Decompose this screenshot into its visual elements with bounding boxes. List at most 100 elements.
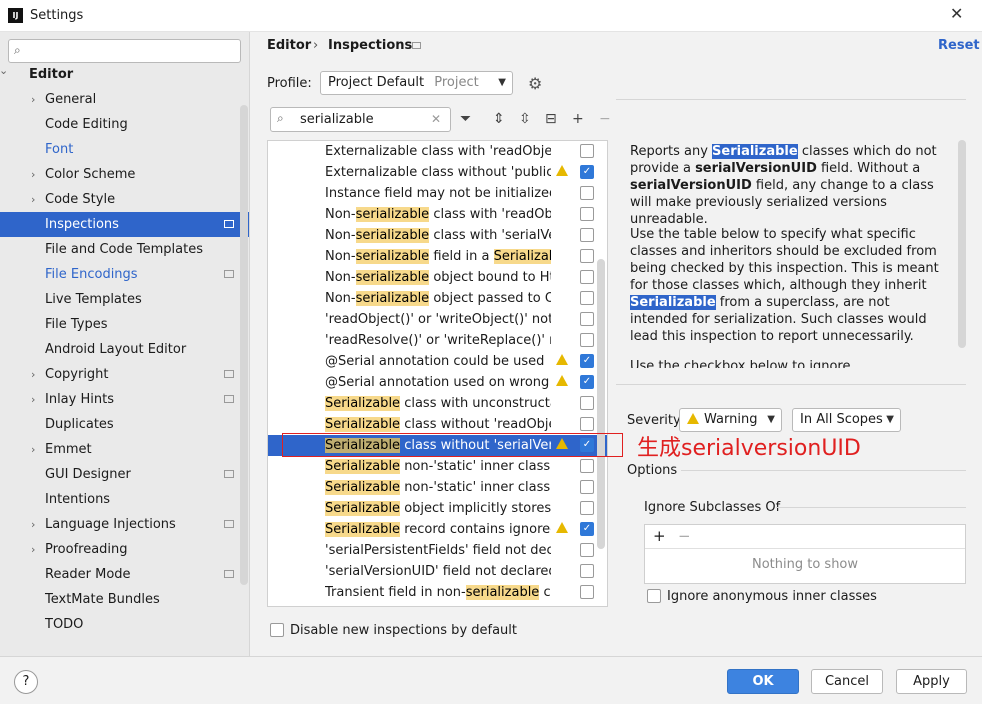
reset-to-default-icon[interactable]: ⊟	[545, 111, 557, 127]
sidebar-item-proofreading[interactable]: › Proofreading	[0, 537, 249, 562]
chevron-down-icon[interactable]: ⌄	[0, 58, 8, 83]
inspection-row[interactable]: @Serial annotation used on wrong memb ✓	[268, 372, 607, 393]
inspection-list-scrollbar[interactable]	[597, 259, 605, 549]
inspection-checkbox[interactable]	[580, 207, 594, 221]
sidebar-item-general[interactable]: › General	[0, 87, 249, 112]
close-icon[interactable]: ✕	[950, 4, 963, 23]
ok-button[interactable]: OK	[727, 669, 799, 694]
sidebar-item-inspections[interactable]: Inspections	[0, 212, 249, 237]
profile-select[interactable]: Project Default Project ▼	[320, 71, 513, 95]
severity-select[interactable]: Warning ▼	[679, 408, 782, 432]
help-button[interactable]: ?	[14, 670, 38, 694]
inspection-checkbox[interactable]: ✓	[580, 354, 594, 368]
sidebar-item-reader-mode[interactable]: Reader Mode	[0, 562, 249, 587]
inspection-checkbox[interactable]	[580, 564, 594, 578]
inspection-row[interactable]: 'serialPersistentFields' field not decla…	[268, 540, 607, 561]
sidebar-item-language-injections[interactable]: › Language Injections	[0, 512, 249, 537]
cancel-button[interactable]: Cancel	[811, 669, 883, 694]
collapse-all-icon[interactable]: ⇳	[519, 111, 531, 127]
inspection-row[interactable]: 'readResolve()' or 'writeReplace()' not …	[268, 330, 607, 351]
filter-icon[interactable]: ⏷	[460, 111, 471, 127]
inspection-row[interactable]: @Serial annotation could be used ✓	[268, 351, 607, 372]
inspection-checkbox[interactable]	[580, 333, 594, 347]
sidebar-item-file-types[interactable]: File Types	[0, 312, 249, 337]
inspection-checkbox[interactable]	[580, 249, 594, 263]
inspection-checkbox[interactable]	[580, 459, 594, 473]
inspection-checkbox[interactable]	[580, 480, 594, 494]
inspection-row[interactable]: Instance field may not be initialized by…	[268, 183, 607, 204]
sidebar-item-code-editing[interactable]: Code Editing	[0, 112, 249, 137]
clear-icon[interactable]: ✕	[431, 112, 441, 126]
inspection-row[interactable]: 'readObject()' or 'writeObject()' not de…	[268, 309, 607, 330]
sidebar-item-file-encodings[interactable]: File Encodings	[0, 262, 249, 287]
chevron-right-icon[interactable]: ›	[31, 537, 35, 562]
inspection-checkbox[interactable]	[580, 417, 594, 431]
sidebar-item-emmet[interactable]: › Emmet	[0, 437, 249, 462]
sidebar-item-android-layout-editor[interactable]: Android Layout Editor	[0, 337, 249, 362]
inspection-row[interactable]: Non-serializable object passed to Object	[268, 288, 607, 309]
sidebar-item-live-templates[interactable]: Live Templates	[0, 287, 249, 312]
sidebar-item-duplicates[interactable]: Duplicates	[0, 412, 249, 437]
inspection-row[interactable]: 'serialVersionUID' field not declared 'p…	[268, 561, 607, 582]
inspection-checkbox[interactable]	[580, 228, 594, 242]
chevron-right-icon[interactable]: ›	[31, 87, 35, 112]
sidebar-search-input[interactable]: ⌕	[8, 39, 241, 63]
inspection-checkbox[interactable]	[580, 144, 594, 158]
inspection-row[interactable]: Serializable class without 'readObject()…	[268, 414, 607, 435]
ignore-anonymous-checkbox[interactable]	[647, 589, 661, 603]
ignore-anonymous-label[interactable]: Ignore anonymous inner classes	[667, 589, 877, 604]
breadcrumb-editor[interactable]: Editor	[267, 38, 311, 53]
sidebar-item-intentions[interactable]: Intentions	[0, 487, 249, 512]
inspection-row[interactable]: Non-serializable object bound to HttpSe	[268, 267, 607, 288]
chevron-right-icon[interactable]: ›	[31, 187, 35, 212]
add-icon[interactable]: +	[572, 111, 584, 127]
disable-new-inspections-label[interactable]: Disable new inspections by default	[290, 623, 517, 638]
inspection-row[interactable]: Transient field in non-serializable clas…	[268, 582, 607, 603]
inspection-row[interactable]: Externalizable class with 'readObject()'…	[268, 141, 607, 162]
sidebar-scrollbar[interactable]	[240, 105, 248, 585]
sidebar-item-file-and-code-templates[interactable]: File and Code Templates	[0, 237, 249, 262]
sidebar-item-copyright[interactable]: › Copyright	[0, 362, 249, 387]
inspection-row[interactable]: Serializable record contains ignored me ✓	[268, 519, 607, 540]
chevron-right-icon[interactable]: ›	[31, 387, 35, 412]
sidebar-item-inlay-hints[interactable]: › Inlay Hints	[0, 387, 249, 412]
chevron-right-icon[interactable]: ›	[31, 162, 35, 187]
inspection-filter-input[interactable]: ⌕ serializable ✕	[270, 107, 451, 132]
sidebar-item-editor[interactable]: ⌄Editor	[0, 62, 249, 87]
inspection-checkbox[interactable]	[580, 291, 594, 305]
sidebar-item-gui-designer[interactable]: GUI Designer	[0, 462, 249, 487]
inspection-checkbox[interactable]	[580, 543, 594, 557]
inspection-checkbox[interactable]	[580, 186, 594, 200]
inspection-row[interactable]: Serializable non-'static' inner class wi…	[268, 456, 607, 477]
inspection-checkbox[interactable]	[580, 396, 594, 410]
description-scrollbar[interactable]	[958, 140, 966, 348]
chevron-right-icon[interactable]: ›	[31, 362, 35, 387]
scope-select[interactable]: In All Scopes ▼	[792, 408, 901, 432]
add-subclass-icon[interactable]: +	[653, 527, 666, 545]
inspection-checkbox[interactable]: ✓	[580, 522, 594, 536]
sidebar-item-color-scheme[interactable]: › Color Scheme	[0, 162, 249, 187]
inspection-checkbox[interactable]	[580, 270, 594, 284]
chevron-right-icon[interactable]: ›	[31, 437, 35, 462]
inspection-row[interactable]: Serializable class with unconstructable …	[268, 393, 607, 414]
sidebar-item-code-style[interactable]: › Code Style	[0, 187, 249, 212]
disable-new-inspections-checkbox[interactable]	[270, 623, 284, 637]
sidebar-item-font[interactable]: Font	[0, 137, 249, 162]
sidebar-item-todo[interactable]: TODO	[0, 612, 249, 637]
inspection-row[interactable]: Externalizable class without 'public' no…	[268, 162, 607, 183]
inspection-row[interactable]: Serializable object implicitly stores no…	[268, 498, 607, 519]
inspection-checkbox[interactable]	[580, 501, 594, 515]
inspection-checkbox[interactable]: ✓	[580, 375, 594, 389]
inspection-row[interactable]: Serializable non-'static' inner class wi…	[268, 477, 607, 498]
gear-icon[interactable]: ⚙	[528, 74, 542, 93]
inspection-checkbox[interactable]: ✓	[580, 165, 594, 179]
expand-all-icon[interactable]: ⇕	[493, 111, 505, 127]
inspection-row[interactable]: Non-serializable class with 'readObject(…	[268, 204, 607, 225]
inspection-row[interactable]: Non-serializable field in a Serializable…	[268, 246, 607, 267]
chevron-right-icon[interactable]: ›	[31, 512, 35, 537]
sidebar-item-textmate-bundles[interactable]: TextMate Bundles	[0, 587, 249, 612]
apply-button[interactable]: Apply	[896, 669, 967, 694]
inspection-checkbox[interactable]	[580, 585, 594, 599]
inspection-checkbox[interactable]	[580, 312, 594, 326]
reset-link[interactable]: Reset	[938, 38, 980, 53]
